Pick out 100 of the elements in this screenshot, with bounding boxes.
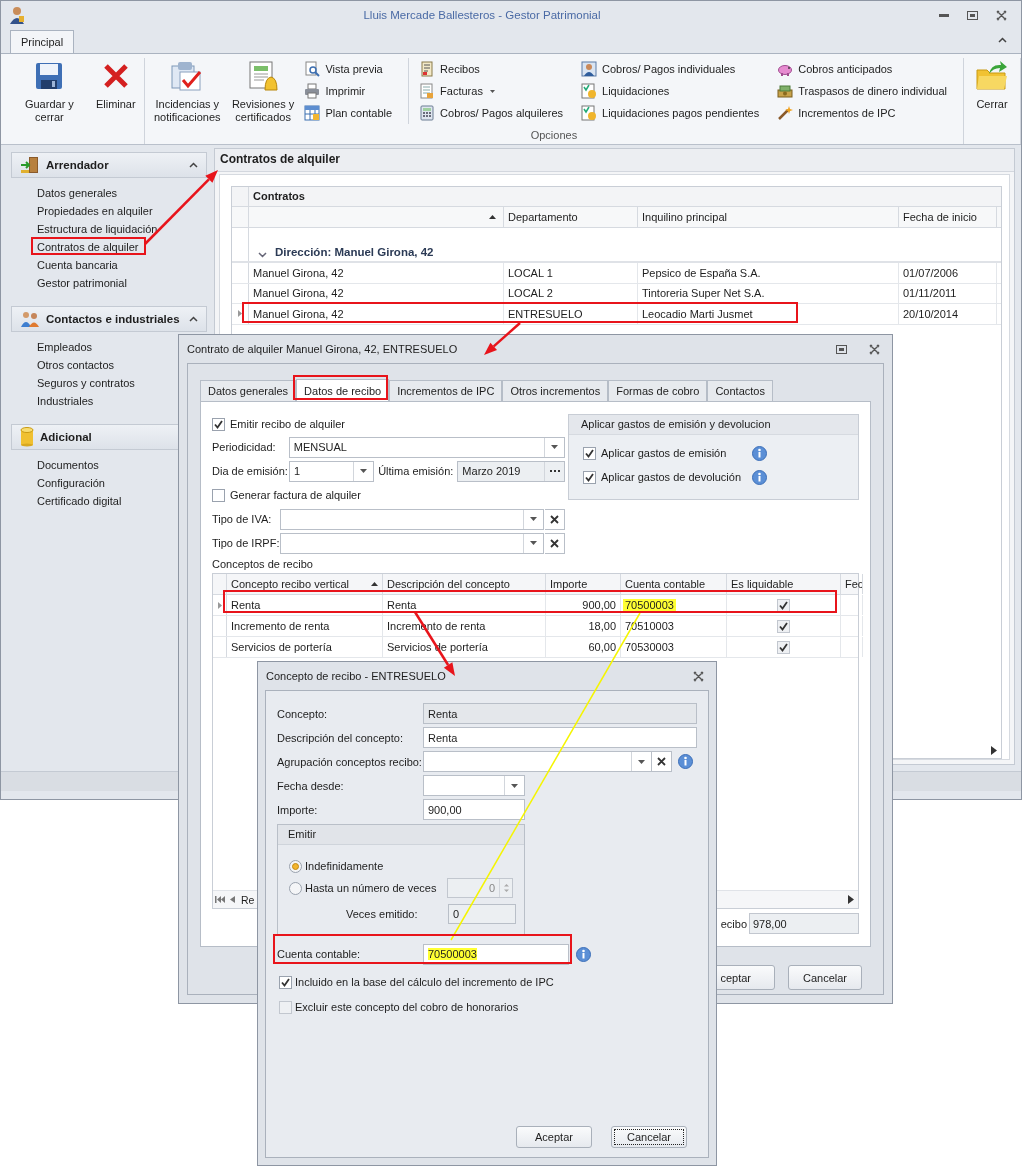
collapse-icon[interactable] xyxy=(189,162,198,168)
radio-button[interactable] xyxy=(289,859,302,873)
checkbox-label[interactable]: Incluido en la base del cálculo del incremento de IPC xyxy=(295,976,554,988)
restore-icon[interactable] xyxy=(836,344,847,354)
input-field[interactable]: Marzo 2019 xyxy=(457,460,565,482)
sidebar-item[interactable]: Contratos de alquiler xyxy=(37,238,210,256)
info-icon[interactable] xyxy=(752,445,767,461)
column-header[interactable]: Departamento xyxy=(504,207,638,227)
ribbon-button[interactable]: Plan contable xyxy=(302,102,395,124)
field-label: Última emisión: xyxy=(378,465,454,477)
checkbox[interactable] xyxy=(279,1000,292,1014)
input-field[interactable]: 900,00 xyxy=(423,799,525,820)
scroll-right-icon[interactable] xyxy=(848,895,854,904)
ribbon-button[interactable]: Cobros anticipados xyxy=(775,58,949,80)
column-header[interactable]: Concepto recibo vertical xyxy=(227,574,383,594)
ribbon-button[interactable]: Incrementos de IPC xyxy=(775,102,949,124)
tab[interactable]: Otros incrementos xyxy=(502,380,609,401)
restore-icon[interactable] xyxy=(967,10,978,20)
table-cell: Tintoreria Super Net S.A. xyxy=(638,283,899,303)
input-field[interactable]: Renta xyxy=(423,703,697,724)
tab[interactable]: Incrementos de IPC xyxy=(389,380,503,401)
column-header[interactable]: Cuenta contable xyxy=(621,574,727,594)
radio-label[interactable]: Indefinidamente xyxy=(305,860,384,872)
ribbon-button[interactable]: Incidencias y notificaciones xyxy=(150,58,224,126)
panel-title: Contratos de alquiler xyxy=(215,149,1014,172)
scroll-right-icon[interactable] xyxy=(991,746,997,755)
table-cell: ENTRESUELO xyxy=(504,304,638,324)
close-icon[interactable] xyxy=(869,343,880,355)
dropdown-field[interactable] xyxy=(423,751,652,772)
collapse-ribbon-icon[interactable] xyxy=(998,37,1007,43)
checkbox-label[interactable]: Aplicar gastos de emisión xyxy=(601,447,747,459)
section-header[interactable]: Arrendador xyxy=(11,152,207,178)
ribbon-button[interactable]: Revisiones y certificados xyxy=(229,58,297,126)
clear-button[interactable] xyxy=(545,532,565,554)
tab[interactable]: Contactos xyxy=(707,380,773,401)
table-cell: Manuel Girona, 42 xyxy=(249,263,504,283)
clear-button[interactable] xyxy=(545,508,565,530)
sidebar-item[interactable]: Gestor patrimonial xyxy=(37,274,210,292)
ribbon-button[interactable]: Eliminar xyxy=(93,58,138,113)
ribbon-button[interactable]: Cobros/ Pagos alquileres xyxy=(417,102,565,124)
close-icon[interactable] xyxy=(996,9,1007,21)
checkbox[interactable] xyxy=(212,417,225,431)
column-header[interactable]: Fecha de inicio xyxy=(899,207,997,227)
checkbox[interactable] xyxy=(583,446,596,460)
info-icon[interactable] xyxy=(752,469,767,485)
input-field[interactable]: 70500003 xyxy=(423,943,569,965)
checkbox-label[interactable]: Generar factura de alquiler xyxy=(230,489,361,501)
checkbox-label[interactable]: Emitir recibo de alquiler xyxy=(230,418,345,430)
dropdown-field[interactable]: 1 xyxy=(289,460,375,482)
dialog-button[interactable]: Aceptar xyxy=(516,1126,592,1148)
info-icon[interactable] xyxy=(576,946,591,962)
dialog-title: Contrato de alquiler Manuel Girona, 42, ENTRESUELO xyxy=(187,343,459,355)
checkbox-label[interactable]: Aplicar gastos de devolución xyxy=(601,471,747,483)
ribbon-button[interactable]: Cobros/ Pagos individuales xyxy=(579,58,762,80)
dialog-button[interactable]: Cancelar xyxy=(611,1126,687,1148)
ribbon-button[interactable]: Liquidaciones xyxy=(579,80,762,102)
first-record-icon[interactable] xyxy=(215,896,225,903)
ribbon-button[interactable]: Cerrar xyxy=(970,58,1014,113)
ribbon-button[interactable]: Guardar y cerrar xyxy=(11,58,88,126)
column-header[interactable]: Es liquidable xyxy=(727,574,841,594)
checkbox[interactable] xyxy=(583,470,596,484)
ribbon-button[interactable]: Recibos xyxy=(417,58,565,80)
checkbox[interactable] xyxy=(212,488,225,502)
ribbon-button[interactable]: Imprimir xyxy=(302,80,395,102)
table-cell: Pepsico de España S.A. xyxy=(638,263,899,283)
ribbon-tab[interactable]: Principal xyxy=(10,30,75,53)
radio-label[interactable]: Hasta un número de veces xyxy=(305,882,437,894)
checkbox-label[interactable]: Excluir este concepto del cobro de honorarios xyxy=(295,1001,519,1013)
ribbon-button[interactable]: Facturas xyxy=(417,80,565,102)
checkbox[interactable] xyxy=(777,598,790,612)
tab[interactable]: Formas de cobro xyxy=(608,380,708,401)
dropdown-field[interactable]: MENSUAL xyxy=(288,436,565,458)
sidebar-item[interactable]: Propiedades en alquiler xyxy=(37,202,210,220)
radio-button[interactable] xyxy=(289,881,302,895)
checkbox[interactable] xyxy=(777,619,790,633)
close-icon[interactable] xyxy=(693,670,704,682)
ribbon-button[interactable]: Vista previa xyxy=(302,58,395,80)
expand-icon[interactable] xyxy=(258,252,267,258)
sidebar-item[interactable]: Estructura de liquidación xyxy=(37,220,210,238)
sidebar-item[interactable]: Datos generales xyxy=(37,184,210,202)
checkbox[interactable] xyxy=(777,640,790,654)
dropdown-field[interactable] xyxy=(280,532,544,554)
dialog-button[interactable]: Cancelar xyxy=(788,965,862,990)
clear-button[interactable] xyxy=(652,751,672,772)
dropdown-field[interactable] xyxy=(279,508,544,530)
input-field[interactable]: Renta xyxy=(423,727,697,748)
section-header[interactable]: Contactos e industriales xyxy=(11,306,207,332)
ribbon-button[interactable]: Liquidaciones pagos pendientes xyxy=(579,102,762,124)
ribbon-button[interactable]: Traspasos de dinero individual xyxy=(775,80,949,102)
sidebar-item[interactable]: Cuenta bancaria xyxy=(37,256,210,274)
column-header[interactable]: Descripción del concepto xyxy=(383,574,546,594)
column-header[interactable]: Inquilino principal xyxy=(638,207,899,227)
dropdown-field[interactable] xyxy=(423,775,525,796)
checkbox[interactable] xyxy=(279,975,292,989)
column-header[interactable]: Importe xyxy=(546,574,621,594)
collapse-icon[interactable] xyxy=(189,316,198,322)
previous-record-icon[interactable] xyxy=(230,896,235,903)
tab[interactable]: Datos generales xyxy=(200,380,297,401)
info-icon[interactable] xyxy=(678,754,693,769)
minimize-icon[interactable] xyxy=(939,13,949,17)
